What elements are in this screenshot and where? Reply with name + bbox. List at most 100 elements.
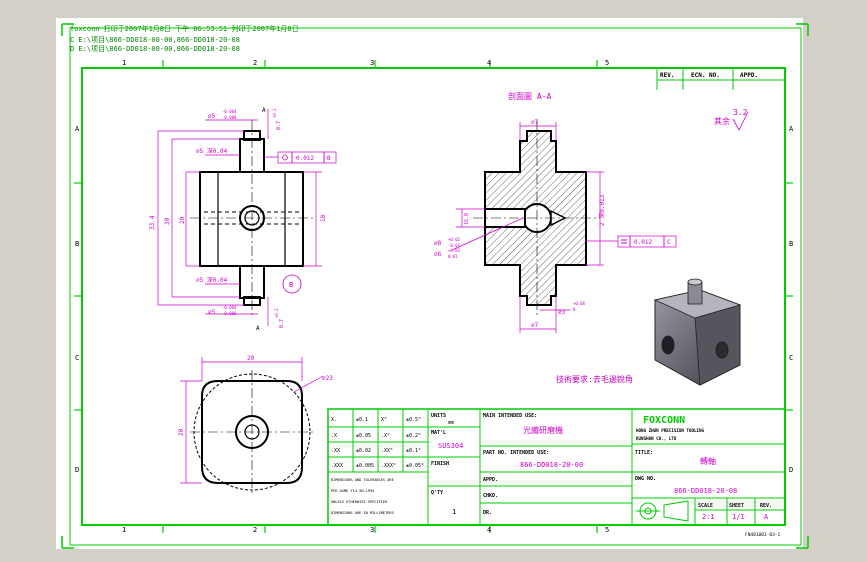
- rev-label: REV.: [760, 503, 772, 509]
- front-gdt-value: 0.012: [296, 155, 314, 162]
- title-value: 轉軸: [700, 456, 716, 466]
- top-width: 20: [247, 355, 255, 362]
- material-value: SUS304: [438, 442, 463, 450]
- section-gdt-value: 0.012: [634, 239, 652, 246]
- tol-row1-a: X.: [331, 417, 337, 423]
- dr-label: DR.: [483, 510, 492, 516]
- material-label: MAT'L: [431, 430, 446, 436]
- tol-row1-c: X°: [381, 417, 387, 423]
- section-left-h: 16.0: [464, 213, 470, 225]
- scale-value: 2:1: [702, 513, 715, 521]
- top-height: 20: [178, 428, 185, 436]
- tol-row2-c: .X°: [381, 433, 390, 439]
- dim-bottom-len: 0.7: [279, 319, 285, 328]
- section-bore-d: ∅8: [434, 240, 442, 247]
- col-label-2b: 2: [253, 526, 257, 534]
- title-block-text: X. ±0.1 X° ±0.5° .X ±0.05 .X° ±0.2° .XX …: [331, 413, 781, 538]
- finish-label: FINISH: [431, 461, 449, 467]
- dim-body-h: 30: [164, 217, 171, 225]
- rev-value: A: [764, 513, 769, 521]
- dim-top-len: 0.7: [276, 121, 282, 130]
- chkd-label: CHKD.: [483, 493, 498, 499]
- section-pin-d: ∅3: [558, 309, 566, 316]
- tol-row4-a: .XXX: [331, 463, 343, 469]
- form-no: FN401001-03-1: [745, 532, 781, 538]
- projection-symbol-icon: [636, 500, 689, 522]
- dim-pin-depth-bottom: ∅5 深0.04: [196, 276, 228, 284]
- title-label: TITLE:: [635, 450, 653, 456]
- section-view: [473, 120, 600, 318]
- tol-row3-a: .XX: [331, 448, 340, 454]
- col-label-2: 2: [253, 59, 257, 67]
- section-title: 剖面圖 A-A: [508, 91, 551, 101]
- appd-label: APPD.: [483, 477, 498, 483]
- dim-bottom-tol: +0.1: [274, 308, 279, 318]
- col-label-4: 4: [487, 59, 491, 67]
- dim-right-h: 18: [320, 214, 327, 222]
- dim-top-pin-d: ∅5: [208, 113, 216, 120]
- dim-inner-h: 20: [179, 216, 186, 224]
- dim-top-pin-tol-lower: -0.008: [222, 115, 237, 120]
- part-value: 866-DD018-20-00: [520, 461, 583, 469]
- section-top-width: ∅7: [531, 119, 539, 126]
- company-logo: FOXCONN: [643, 415, 685, 426]
- tol-row4-d: ±0.05°: [406, 463, 424, 469]
- roughness-symbol: 其余 3.2: [714, 108, 749, 131]
- row-label-d-r: D: [789, 466, 793, 474]
- ecn-header: ECN. NO.: [691, 72, 720, 79]
- tol-note-2: PER ASME Y14.5M-1994: [331, 489, 374, 493]
- company-line2: KUNSHAN CO., LTD: [636, 436, 677, 441]
- part-label: PART NO. INTENDED USE:: [483, 450, 549, 456]
- scale-label: SCALE: [698, 503, 713, 509]
- row-label-d: D: [75, 466, 79, 474]
- section-small-tol-upper: +0.02: [448, 248, 461, 253]
- cut-label-top: A: [262, 107, 266, 114]
- col-label-5b: 5: [605, 526, 609, 534]
- dwg-value: 866-DD018-20-08: [674, 487, 737, 495]
- col-label-4b: 4: [487, 526, 491, 534]
- section-small-tol-lower: 0.01: [448, 254, 458, 259]
- row-label-b-r: B: [789, 240, 793, 248]
- dim-overall-h: 33.4: [149, 215, 156, 230]
- tol-row1-b: ±0.1: [356, 417, 368, 423]
- cut-label-bottom: A: [256, 325, 260, 332]
- sheet-label: SHEET: [729, 503, 744, 509]
- section-pin-tol-upper: +0.06: [573, 301, 586, 306]
- row-label-c: C: [75, 354, 79, 362]
- appd-header: APPD.: [740, 72, 758, 79]
- front-balloon: B: [289, 281, 293, 289]
- section-bore-tol-upper: +0.02: [448, 237, 461, 242]
- tol-row4-b: ±0.005: [356, 463, 374, 469]
- col-label-1b: 1: [122, 526, 126, 534]
- tol-row2-d: ±0.2°: [406, 433, 421, 439]
- col-label-3: 3: [370, 59, 374, 67]
- dim-bottom-pin-tol-upper: -0.004: [222, 305, 237, 310]
- sheet-value: 1/1: [732, 513, 745, 521]
- dim-top-tol: +0.1: [272, 108, 277, 118]
- row-label-c-r: C: [789, 354, 793, 362]
- row-label-b: B: [75, 240, 79, 248]
- drawing-canvas: 1 2 3 4 5 1 2 3 4 5 A B C D A B C D REV.…: [61, 23, 809, 549]
- revision-block: REV. ECN. NO. APPD.: [656, 67, 786, 90]
- main-use-value: 光纖研磨機: [523, 425, 563, 435]
- tol-note-3: UNLESS OTHERWISE SPECIFIED: [331, 500, 387, 504]
- technical-note: 技術要求:去毛邊銳角: [556, 374, 633, 384]
- units-label: UNITS: [431, 413, 446, 419]
- dim-bottom-pin-tol-lower: -0.008: [222, 311, 237, 316]
- section-pin-tol-lower: 0: [573, 307, 576, 312]
- isometric-view: [653, 278, 742, 386]
- front-gdt-datum: B: [327, 155, 331, 162]
- dim-top-pin-tol-upper: -0.004: [222, 109, 237, 114]
- tol-row2-a: .X: [331, 433, 337, 439]
- section-gdt: 0.012 C: [617, 235, 677, 248]
- row-label-a: A: [75, 125, 80, 133]
- section-small-d: ∅6: [434, 251, 442, 258]
- qty-label: Q'TY: [431, 490, 443, 496]
- rev-header: REV.: [660, 72, 674, 79]
- front-dim-text: ∅5 -0.004 -0.008 A +0.1 0.7 ∅5 深0.04 33.…: [149, 107, 327, 332]
- tol-row2-b: ±0.05: [356, 433, 371, 439]
- tol-note-1: DIMENSIONS AND TOLERANCES ARE: [331, 478, 394, 482]
- section-gdt-datum: C: [667, 239, 671, 246]
- dwg-label: DWG NO.: [635, 476, 656, 482]
- section-bottom-width: ∅7: [531, 322, 539, 329]
